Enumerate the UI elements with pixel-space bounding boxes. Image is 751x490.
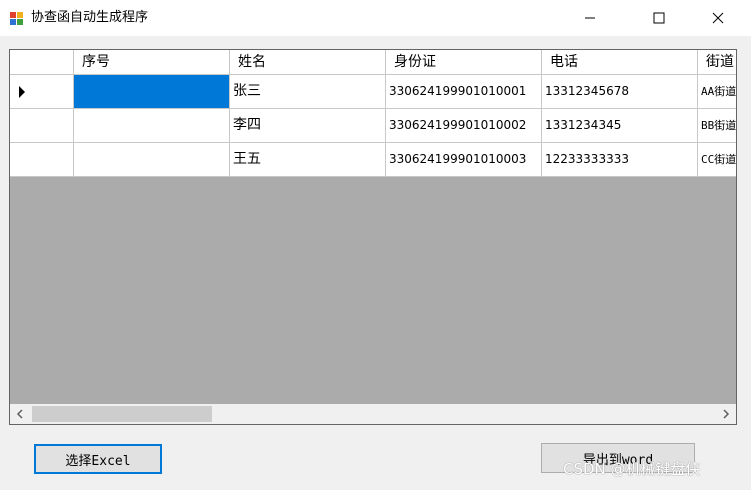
row-header[interactable] — [10, 109, 74, 143]
watermark: CSDN @机械键盘侠 — [563, 460, 701, 478]
chevron-left-icon — [16, 409, 23, 419]
column-header-phone[interactable]: 电话 — [542, 50, 698, 75]
column-header-street[interactable]: 街道 — [698, 50, 736, 75]
scroll-thumb[interactable] — [32, 406, 212, 422]
row-pointer-icon — [19, 86, 25, 98]
column-header-index[interactable]: 序号 — [74, 50, 230, 75]
close-icon — [712, 12, 724, 24]
app-icon — [10, 12, 23, 25]
table-cell-name[interactable]: 张三 — [230, 75, 386, 109]
minimize-icon — [585, 17, 595, 19]
row-header[interactable] — [10, 143, 74, 177]
table-cell-index[interactable] — [74, 109, 230, 143]
title-bar: 协查函自动生成程序 — [0, 0, 751, 36]
column-header-name[interactable]: 姓名 — [230, 50, 386, 75]
maximize-button[interactable] — [636, 0, 682, 36]
table-cell-index[interactable] — [74, 75, 230, 109]
column-header-id[interactable]: 身份证 — [386, 50, 542, 75]
select-excel-button[interactable]: 选择Excel — [34, 444, 162, 474]
minimize-button[interactable] — [567, 0, 613, 36]
header-corner[interactable] — [10, 50, 74, 75]
horizontal-scrollbar[interactable] — [10, 404, 736, 424]
maximize-icon — [653, 12, 665, 24]
table-cell-phone[interactable]: 1331234345 — [542, 109, 698, 143]
row-header[interactable] — [10, 75, 74, 109]
table-cell-street[interactable]: CC街道 — [698, 143, 736, 177]
data-grid[interactable]: 序号 姓名 身份证 电话 街道 张三 330624199901010001 13… — [9, 49, 737, 425]
scroll-left-button[interactable] — [10, 404, 30, 424]
chevron-right-icon — [723, 409, 730, 419]
table-cell-index[interactable] — [74, 143, 230, 177]
window-title: 协查函自动生成程序 — [31, 10, 149, 25]
table-cell-id[interactable]: 330624199901010001 — [386, 75, 542, 109]
table-cell-phone[interactable]: 13312345678 — [542, 75, 698, 109]
table-cell-id[interactable]: 330624199901010002 — [386, 109, 542, 143]
table-cell-street[interactable]: BB街道 — [698, 109, 736, 143]
table-cell-name[interactable]: 李四 — [230, 109, 386, 143]
table-cell-name[interactable]: 王五 — [230, 143, 386, 177]
scroll-right-button[interactable] — [716, 404, 736, 424]
table-cell-street[interactable]: AA街道 — [698, 75, 736, 109]
close-button[interactable] — [695, 0, 741, 36]
table-cell-id[interactable]: 330624199901010003 — [386, 143, 542, 177]
table-cell-phone[interactable]: 12233333333 — [542, 143, 698, 177]
